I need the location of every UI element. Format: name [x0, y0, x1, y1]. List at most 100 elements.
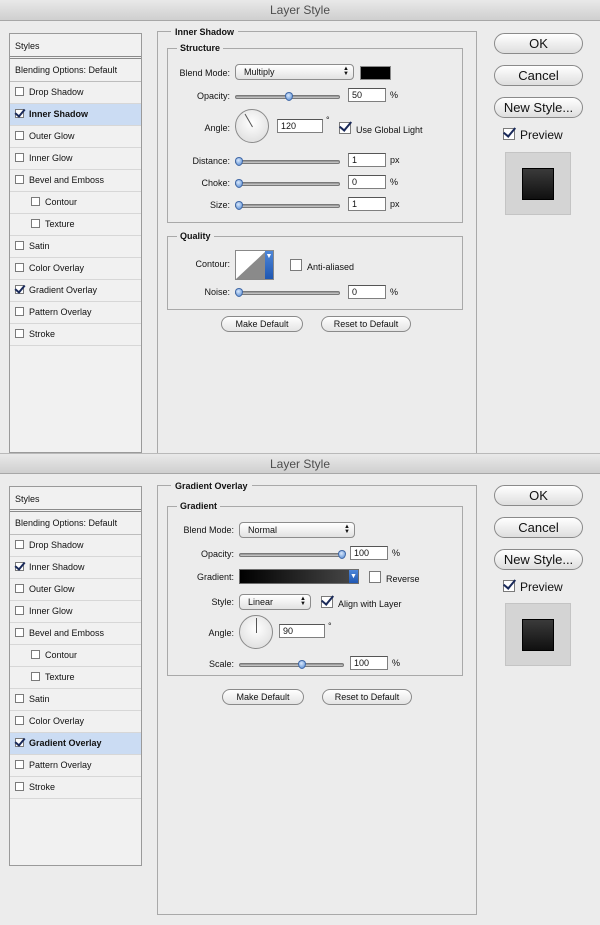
checkbox[interactable] — [290, 259, 302, 271]
scale-slider-thumb[interactable] — [298, 660, 306, 669]
distance-input[interactable]: 1 — [348, 153, 386, 167]
checkbox[interactable] — [369, 571, 381, 583]
reverse-toggle[interactable]: Reverse — [369, 571, 420, 584]
cancel-button[interactable]: Cancel — [494, 65, 583, 86]
distance-slider-track[interactable] — [235, 160, 340, 164]
style-item-pattern-overlay[interactable]: Pattern Overlay — [10, 755, 141, 777]
style-item-outer-glow[interactable]: Outer Glow — [10, 126, 141, 148]
size-slider-thumb[interactable] — [235, 201, 243, 210]
checkbox[interactable] — [15, 738, 24, 747]
scale-input[interactable]: 100 — [350, 656, 388, 670]
choke-slider-track[interactable] — [235, 182, 340, 186]
style-item-satin[interactable]: Satin — [10, 689, 141, 711]
style-item-texture[interactable]: Texture — [10, 214, 141, 236]
style-item-satin[interactable]: Satin — [10, 236, 141, 258]
checkbox[interactable] — [15, 307, 24, 316]
anti-aliased-toggle[interactable]: Anti-aliased — [290, 259, 354, 272]
make-default-button[interactable]: Make Default — [221, 316, 303, 332]
make-default-button[interactable]: Make Default — [222, 689, 304, 705]
style-item-gradient-overlay[interactable]: Gradient Overlay — [10, 733, 141, 755]
ok-button[interactable]: OK — [494, 485, 583, 506]
style-item-inner-shadow[interactable]: Inner Shadow — [10, 104, 141, 126]
ok-button[interactable]: OK — [494, 33, 583, 54]
styles-header[interactable]: Styles — [10, 487, 141, 512]
style-select[interactable]: Linear ▲ ▼ — [239, 594, 311, 610]
checkbox[interactable] — [503, 128, 515, 140]
style-item-bevel-and-emboss[interactable]: Bevel and Emboss — [10, 170, 141, 192]
style-item-inner-glow[interactable]: Inner Glow — [10, 148, 141, 170]
gradient-picker[interactable]: ▼ — [239, 569, 359, 584]
noise-slider-track[interactable] — [235, 291, 340, 295]
new-style-button[interactable]: New Style... — [494, 97, 583, 118]
style-item-contour[interactable]: Contour — [10, 192, 141, 214]
distance-slider-thumb[interactable] — [235, 157, 243, 166]
angle-input[interactable]: 120 — [277, 119, 323, 133]
checkbox[interactable] — [321, 596, 333, 608]
blend-mode-select[interactable]: Normal ▲ ▼ — [239, 522, 355, 538]
new-style-button[interactable]: New Style... — [494, 549, 583, 570]
style-item-color-overlay[interactable]: Color Overlay — [10, 258, 141, 280]
checkbox[interactable] — [15, 694, 24, 703]
style-item-outer-glow[interactable]: Outer Glow — [10, 579, 141, 601]
checkbox[interactable] — [15, 263, 24, 272]
checkbox[interactable] — [15, 241, 24, 250]
blending-options-item[interactable]: Blending Options: Default — [10, 512, 141, 535]
checkbox[interactable] — [503, 580, 515, 592]
reset-to-default-button[interactable]: Reset to Default — [322, 689, 412, 705]
checkbox[interactable] — [15, 175, 24, 184]
checkbox[interactable] — [15, 562, 24, 571]
gradient-dropdown-icon[interactable]: ▼ — [349, 570, 358, 583]
style-item-color-overlay[interactable]: Color Overlay — [10, 711, 141, 733]
checkbox[interactable] — [15, 131, 24, 140]
checkbox[interactable] — [15, 760, 24, 769]
contour-picker[interactable]: ▼ — [235, 250, 274, 280]
choke-input[interactable]: 0 — [348, 175, 386, 189]
choke-slider-thumb[interactable] — [235, 179, 243, 188]
checkbox[interactable] — [15, 584, 24, 593]
checkbox[interactable] — [15, 606, 24, 615]
style-item-drop-shadow[interactable]: Drop Shadow — [10, 535, 141, 557]
checkbox[interactable] — [15, 628, 24, 637]
size-slider-track[interactable] — [235, 204, 340, 208]
opacity-slider-track[interactable] — [239, 553, 344, 557]
opacity-slider-thumb[interactable] — [338, 550, 346, 559]
preview-toggle[interactable]: Preview — [503, 580, 563, 594]
checkbox[interactable] — [15, 285, 24, 294]
style-item-bevel-and-emboss[interactable]: Bevel and Emboss — [10, 623, 141, 645]
angle-dial[interactable] — [239, 615, 273, 649]
cancel-button[interactable]: Cancel — [494, 517, 583, 538]
style-item-pattern-overlay[interactable]: Pattern Overlay — [10, 302, 141, 324]
use-global-light-toggle[interactable]: Use Global Light — [339, 122, 423, 135]
style-item-drop-shadow[interactable]: Drop Shadow — [10, 82, 141, 104]
shadow-color-swatch[interactable] — [360, 66, 391, 80]
angle-input[interactable]: 90 — [279, 624, 325, 638]
checkbox[interactable] — [15, 153, 24, 162]
blending-options-item[interactable]: Blending Options: Default — [10, 59, 141, 82]
checkbox[interactable] — [15, 716, 24, 725]
checkbox[interactable] — [15, 540, 24, 549]
style-item-stroke[interactable]: Stroke — [10, 777, 141, 799]
style-item-texture[interactable]: Texture — [10, 667, 141, 689]
checkbox[interactable] — [15, 329, 24, 338]
scale-slider-track[interactable] — [239, 663, 344, 667]
opacity-slider-thumb[interactable] — [285, 92, 293, 101]
checkbox[interactable] — [339, 122, 351, 134]
style-item-inner-shadow[interactable]: Inner Shadow — [10, 557, 141, 579]
style-item-stroke[interactable]: Stroke — [10, 324, 141, 346]
preview-toggle[interactable]: Preview — [503, 128, 563, 142]
contour-dropdown-icon[interactable]: ▼ — [265, 251, 273, 279]
angle-dial[interactable] — [235, 109, 269, 143]
styles-header[interactable]: Styles — [10, 34, 141, 59]
style-item-inner-glow[interactable]: Inner Glow — [10, 601, 141, 623]
opacity-input[interactable]: 100 — [350, 546, 388, 560]
reset-to-default-button[interactable]: Reset to Default — [321, 316, 411, 332]
blend-mode-select[interactable]: Multiply ▲ ▼ — [235, 64, 354, 80]
align-with-layer-toggle[interactable]: Align with Layer — [321, 596, 402, 609]
checkbox[interactable] — [15, 109, 24, 118]
checkbox[interactable] — [31, 219, 40, 228]
checkbox[interactable] — [31, 672, 40, 681]
checkbox[interactable] — [15, 782, 24, 791]
checkbox[interactable] — [31, 197, 40, 206]
opacity-input[interactable]: 50 — [348, 88, 386, 102]
checkbox[interactable] — [15, 87, 24, 96]
